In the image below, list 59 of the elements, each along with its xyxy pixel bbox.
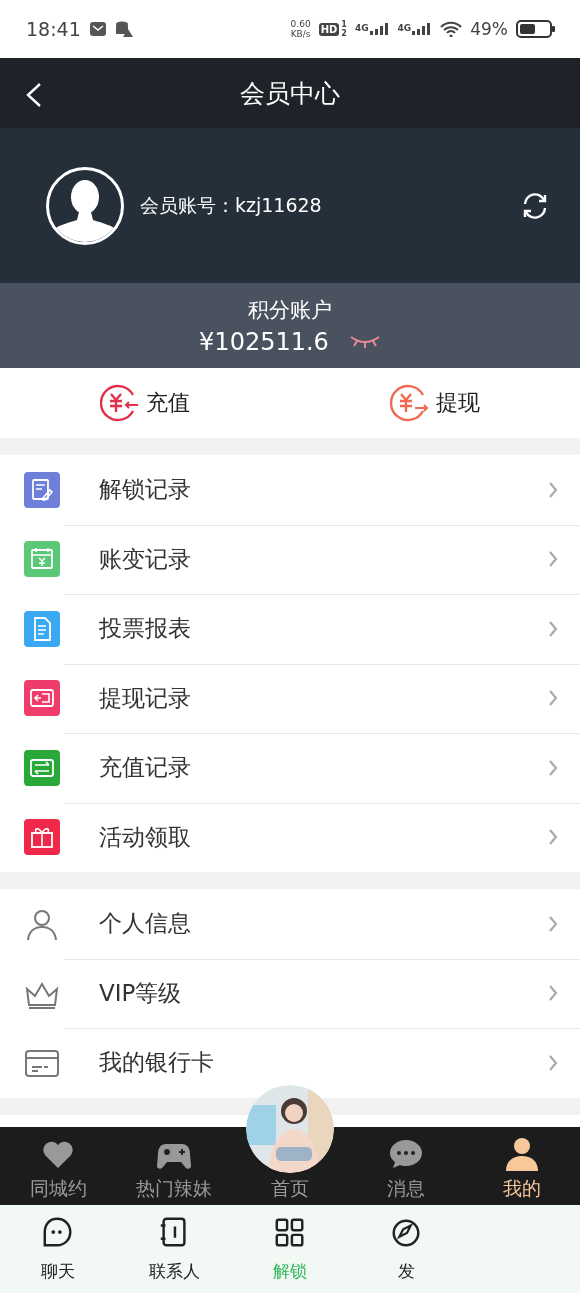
menu-item[interactable]: 投票报表: [99, 613, 548, 645]
chevron-icon: [548, 689, 558, 708]
closed-eye-icon[interactable]: [348, 334, 381, 349]
network-type: 4G: [397, 23, 412, 33]
menu-item[interactable]: VIP等级: [99, 977, 548, 1009]
chevron-icon: [548, 914, 558, 933]
status-time: 18:41: [26, 18, 81, 40]
sim-number: 1: [341, 20, 347, 29]
chevron-icon: [548, 828, 558, 847]
compass-icon: [392, 1219, 420, 1246]
chevron-icon: [548, 758, 558, 777]
menu-item[interactable]: 解锁记录: [99, 474, 548, 506]
member-account: 会员账号：kzj11628: [140, 192, 323, 218]
contacts-book-icon: [159, 1217, 186, 1246]
menu-item[interactable]: 账变记录: [99, 543, 548, 575]
chevron-icon: [548, 619, 558, 638]
wifi-icon: [440, 21, 463, 37]
tab[interactable]: 首页: [232, 1175, 348, 1202]
tab[interactable]: 热门辣妹: [116, 1127, 232, 1205]
face-icon: [43, 1217, 72, 1246]
chat-bubble-icon: [390, 1140, 422, 1168]
battery-icon: [516, 20, 556, 38]
tab[interactable]: 我的: [464, 1127, 580, 1205]
nav-tab[interactable]: 发: [348, 1205, 464, 1293]
page-title: 会员中心: [240, 77, 340, 110]
person-icon: [506, 1138, 538, 1171]
network-speed-unit: KB/s: [290, 29, 311, 39]
signal-icon: [369, 23, 390, 35]
chevron-icon: [548, 480, 558, 499]
chevron-icon: [548, 984, 558, 1003]
points-title: 积分账户: [248, 296, 332, 324]
heart-icon: [43, 1141, 73, 1168]
gamepad-icon: [157, 1144, 191, 1169]
nav-tab[interactable]: 聊天: [0, 1205, 116, 1293]
chevron-icon: [548, 550, 558, 569]
tab[interactable]: 消息: [348, 1127, 464, 1205]
menu-item[interactable]: 个人信息: [99, 908, 548, 940]
balance: ¥102511.6: [199, 327, 329, 356]
menu-item[interactable]: 活动领取: [99, 821, 548, 853]
menu-item[interactable]: 我的银行卡: [99, 1047, 548, 1079]
menu-item[interactable]: 充值记录: [99, 752, 548, 784]
menu-item[interactable]: 提现记录: [99, 682, 548, 714]
card-icon: [25, 1049, 59, 1077]
tab[interactable]: 同城约: [0, 1127, 116, 1205]
grid-icon: [275, 1218, 304, 1246]
mail-icon: [88, 20, 107, 38]
battery-percent: 49%: [470, 19, 508, 39]
withdraw-button[interactable]: 提现: [290, 368, 580, 438]
hd-badge: HD: [318, 22, 340, 36]
crown-icon: [26, 982, 59, 1010]
sim-number: 2: [341, 29, 347, 38]
network-speed: 0.60: [290, 19, 311, 29]
nav-tab[interactable]: 联系人: [116, 1205, 232, 1293]
network-type: 4G: [354, 23, 369, 33]
signal-icon: [412, 23, 433, 35]
person-icon: [27, 909, 57, 941]
recharge-button[interactable]: 充值: [0, 368, 290, 438]
chevron-icon: [548, 1053, 558, 1072]
database-warning-icon: [114, 20, 133, 38]
